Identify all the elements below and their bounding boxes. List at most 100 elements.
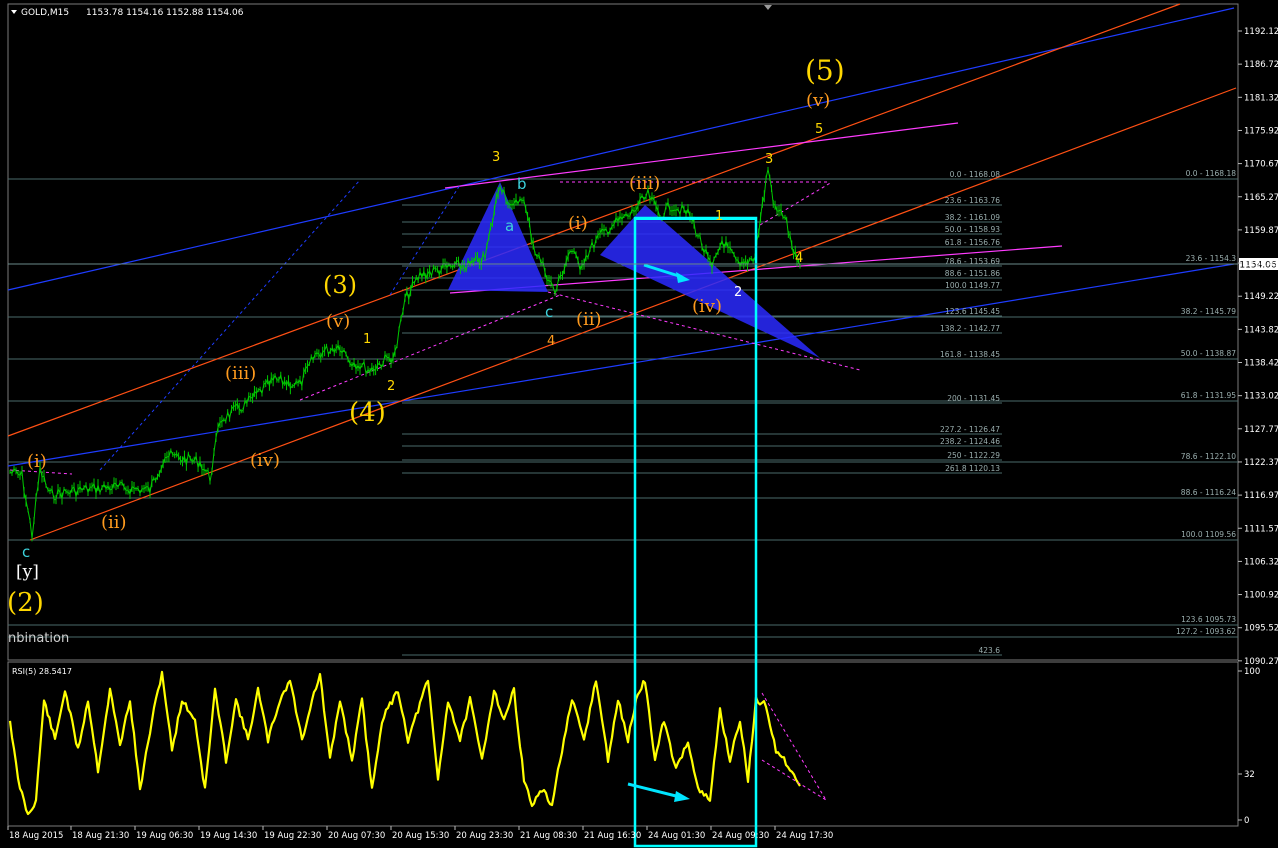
price-tick-label: 1159.87 [1244,226,1278,236]
price-tick-label: 1133.02 [1244,392,1278,402]
scroll-marker-icon[interactable] [764,5,772,10]
price-tick-label: 1090.27 [1244,657,1278,667]
rsi-tick-label: 0 [1244,816,1249,826]
chart-window: 1154.06 GOLD,M15 1153.78 1154.16 1152.88… [0,0,1278,848]
wave-label-v-top: (v) [806,90,830,111]
fib-label-right: 23.6 - 1154.3 [1186,254,1237,263]
price-tick-label: 1154.47 [1244,259,1278,269]
rsi-line [8,670,801,816]
wave-label-three-left: 3 [492,150,500,165]
fib-label-left: 123.6 1145.45 [945,307,1000,316]
right-triangle [600,205,820,358]
rsi-tick-label: 32 [1244,770,1255,780]
wave-label-four-right: 4 [795,251,803,266]
price-axis: 1192.12 1186.72 1181.32 1175.92 1170.67 1165.… [1238,27,1278,667]
time-tick-label: 20 Aug 07:30 [328,831,385,841]
time-tick-label: 19 Aug 06:30 [136,831,193,841]
wave-label-three-right: 3 [765,152,773,167]
wave-labels: (5) (v) 5 3 3 b a c (iii) (i) (ii) (iv) 1 2 4 4 (3) (v) 1 2… [7,54,845,646]
divergence-arrow-rsi [627,782,690,802]
price-tick-label: 1095.52 [1244,624,1278,634]
chart-svg[interactable]: 1154.06 GOLD,M15 1153.78 1154.16 1152.88… [0,0,1278,848]
price-line [9,169,801,539]
fib-label-right: 88.6 - 1116.24 [1181,488,1236,497]
wave-label-v-left: (v) [326,311,350,332]
time-tick-label: 19 Aug 22:30 [264,831,321,841]
wave-label-iv-mid: (iv) [692,296,722,317]
fib-label-left: 161.8 - 1138.45 [940,350,1000,359]
fib-label-right: 0.0 - 1168.18 [1186,169,1237,178]
ohlc-values: 1153.78 1154.16 1152.88 1154.06 [86,8,244,18]
fib-label-right: 38.2 - 1145.79 [1181,307,1236,316]
time-tick-label: 18 Aug 2015 [9,831,63,841]
price-tick-label: 1143.82 [1244,325,1278,335]
upper-orange-channel [7,3,1181,437]
wave-label-iii-top: (iii) [629,173,660,194]
blue-dash-1 [99,179,361,471]
wave-label-four-big: (4) [349,398,386,428]
fib-label-left: 261.8 1120.13 [945,464,1000,473]
time-tick-label: 18 Aug 21:30 [72,831,129,841]
fib-labels: 0.0 - 1168.08 23.6 - 1163.76 38.2 - 1161.0… [940,169,1236,655]
wave-label-three-big: (3) [323,271,357,299]
time-tick-label: 19 Aug 14:30 [200,831,257,841]
price-tick-label: 1116.97 [1244,491,1278,501]
wave-label-iii-left: (iii) [225,363,256,384]
price-tick-label: 1138.42 [1244,359,1278,369]
main-panel-frame [7,3,1239,661]
time-tick-label: 20 Aug 15:30 [392,831,449,841]
pattern-triangles [448,182,861,371]
rsi-axis: 100 32 0 [1238,667,1260,826]
fib-label-left: 78.6 - 1153.69 [945,257,1000,266]
wave-label-combination: nbination [8,631,69,646]
magenta-dash-3 [759,181,833,226]
wave-label-c-left: c [22,543,30,561]
wave-label-two-big: (2) [7,588,44,618]
price-tick-label: 1181.32 [1244,93,1278,103]
wave-label-five-big: (5) [805,54,845,87]
header-dropdown-icon[interactable] [11,10,17,14]
wave-label-four-mid: 4 [547,334,555,349]
fib-label-left: 423.6 [979,646,1001,655]
fib-label-left: 250 - 1122.29 [947,451,1000,460]
time-tick-label: 24 Aug 01:30 [648,831,705,841]
fib-label-left: 61.8 - 1156.76 [945,238,1000,247]
fib-label-right: 123.6 1095.73 [1181,615,1236,624]
wave-label-i-left: (i) [27,451,47,472]
lower-blue-channel [7,263,1235,467]
fib-label-left: 200 - 1131.45 [947,394,1000,403]
fib-label-left: 238.2 - 1124.46 [940,437,1000,446]
price-tick-label: 1170.67 [1244,160,1278,170]
fib-label-left: 138.2 - 1142.77 [940,324,1000,333]
price-tick-label: 1186.72 [1244,60,1278,70]
wave-label-two-right: 2 [734,285,742,300]
price-series [9,166,801,542]
price-tick-label: 1192.12 [1244,27,1278,37]
fib-label-left: 50.0 - 1158.93 [945,225,1000,234]
price-tick-label: 1127.77 [1244,425,1278,435]
wave-label-ii-left: (ii) [101,512,127,533]
price-tick-label: 1149.22 [1244,292,1278,302]
fib-label-right: 50.0 - 1138.87 [1181,349,1236,358]
fib-label-left: 23.6 - 1163.76 [945,196,1000,205]
time-tick-label: 20 Aug 23:30 [456,831,513,841]
rsi-series [8,670,801,816]
wave-label-y-left: [y] [16,562,39,582]
fib-label-right: 100.0 1109.56 [1181,530,1236,539]
wave-label-one-right: 1 [715,209,723,224]
wave-label-b: b [517,175,527,193]
fib-label-right: 61.8 - 1131.95 [1181,391,1236,400]
wave-label-c-mid: c [545,303,553,321]
wave-label-a: a [505,217,514,235]
rsi-panel-frame [7,661,1239,827]
price-tick-label: 1111.57 [1244,524,1278,534]
wave-label-i-mid: (i) [568,213,588,234]
rsi-title: RSI(5) 28.5417 [12,667,72,676]
highlight-box-top [635,218,756,220]
fib-label-left: 227.2 - 1126.47 [940,425,1000,434]
wave-label-ii-mid: (ii) [576,309,602,330]
price-tick-label: 1106.32 [1244,557,1278,567]
fib-label-right: 78.6 - 1122.10 [1181,452,1236,461]
fib-label-left: 88.6 - 1151.86 [945,269,1000,278]
time-axis: 18 Aug 2015 18 Aug 21:30 19 Aug 06:30 19 Au… [7,826,833,841]
